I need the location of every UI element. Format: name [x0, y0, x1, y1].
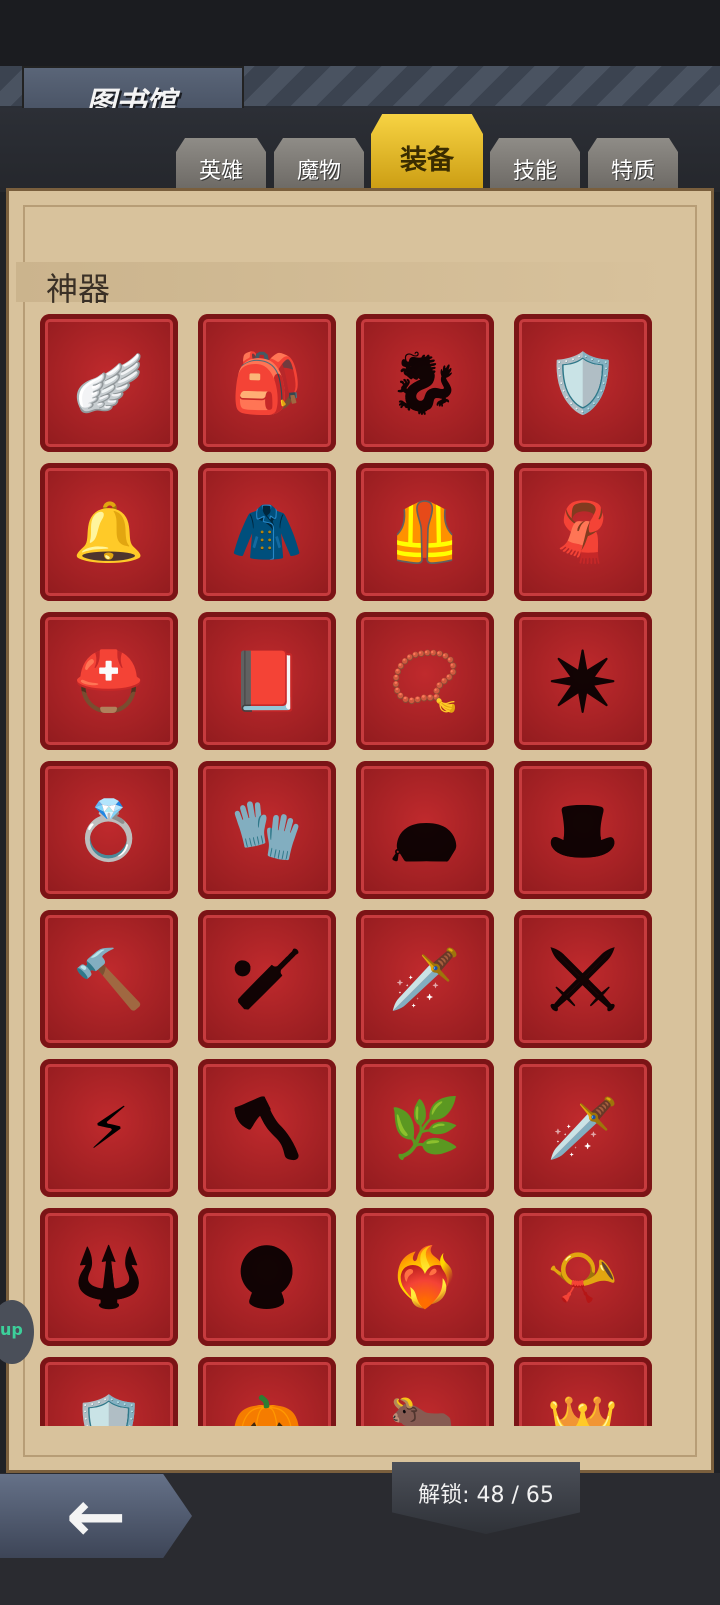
item-slot-bag-silhouette[interactable]: 👝 [356, 761, 494, 899]
item-slot-horned-helm[interactable]: 🐂 [356, 1357, 494, 1426]
tab-heroes[interactable]: 英雄 [176, 138, 266, 194]
tab-traits[interactable]: 特质 [588, 138, 678, 194]
item-slot-axe-silhouette[interactable]: 🪓 [198, 1059, 336, 1197]
spirit-gauntlet-icon: 🧤 [230, 796, 304, 864]
item-slot-backpack[interactable]: 🎒 [198, 314, 336, 452]
war-hammer-icon: 🔨 [72, 945, 146, 1013]
back-arrow-icon: ← [65, 1474, 127, 1558]
ruby-amulet-icon: 📿 [388, 647, 462, 715]
tab-monsters[interactable]: 魔物 [274, 138, 364, 194]
item-slot-war-hammer[interactable]: 🔨 [40, 910, 178, 1048]
scepter-silhouette-icon: 🔱 [72, 1243, 146, 1311]
section-title: 神器 [46, 270, 111, 308]
fire-heart-icon: ❤️‍🔥 [388, 1243, 462, 1311]
side-bubble-text: up [0, 1320, 23, 1339]
lightning-spear-icon: ⚡ [88, 1094, 130, 1162]
item-slot-pumpkin[interactable]: 🎃 [198, 1357, 336, 1426]
item-slot-spirit-gauntlet[interactable]: 🧤 [198, 761, 336, 899]
item-slot-ruby-amulet[interactable]: 📿 [356, 612, 494, 750]
item-slot-club-silhouette[interactable]: 🏏 [198, 910, 336, 1048]
orb-silhouette-icon: 🔮 [230, 1243, 304, 1311]
dragon-silhouette-icon: 🐉 [388, 349, 462, 417]
item-slot-gem-ring[interactable]: 💍 [40, 761, 178, 899]
horned-helm-icon: 🐂 [388, 1392, 462, 1426]
item-slot-dragon-silhouette[interactable]: 🐉 [356, 314, 494, 452]
item-slot-silver-bell[interactable]: 🔔 [40, 463, 178, 601]
thorn-blade-silhouette-icon: ⚔️ [546, 945, 620, 1013]
section-header [16, 262, 680, 302]
shuriken-silhouette-icon: ✴️ [546, 647, 620, 715]
back-button[interactable]: ← [0, 1474, 192, 1558]
item-slot-fire-heart[interactable]: ❤️‍🔥 [356, 1208, 494, 1346]
golden-helm-icon: ⛑️ [72, 647, 146, 715]
gem-ring-icon: 💍 [72, 796, 146, 864]
drinking-horn-icon: 📯 [546, 1243, 620, 1311]
item-slot-winged-staff[interactable]: 🪽 [40, 314, 178, 452]
hat-silhouette-icon: 🎩 [546, 796, 620, 864]
item-slot-spiked-shield[interactable]: 🛡️ [40, 1357, 178, 1426]
pumpkin-icon: 🎃 [230, 1392, 304, 1426]
item-slot-fur-armor[interactable]: 🦺 [356, 463, 494, 601]
item-slot-orb-silhouette[interactable]: 🔮 [198, 1208, 336, 1346]
unlock-text: 解锁: 48 / 65 [418, 1483, 554, 1508]
item-grid[interactable]: 🪽 🎒 🐉 🛡️ 🔔 🧥 🦺 🧣 ⛑️ 📕 📿 ✴️ 💍 🧤 👝 🎩 🔨 🏏 🗡️ ⚔️ ⚡ 🪓 🌿 🗡️ 🔱 🔮 ❤️‍🔥 📯 🛡️ 🎃… [40, 314, 660, 1426]
bag-silhouette-icon: 👝 [388, 796, 462, 864]
item-slot-scepter-silhouette[interactable]: 🔱 [40, 1208, 178, 1346]
fur-armor-icon: 🦺 [388, 498, 462, 566]
item-slot-lightning-spear[interactable]: ⚡ [40, 1059, 178, 1197]
status-bar [0, 0, 720, 66]
mantle-icon: 🧣 [546, 498, 620, 566]
item-slot-poison-dagger[interactable]: 🗡️ [356, 910, 494, 1048]
item-slot-royal-crest[interactable]: 👑 [514, 1357, 652, 1426]
royal-crest-icon: 👑 [546, 1392, 620, 1426]
crimson-sword-icon: 🗡️ [546, 1094, 620, 1162]
item-slot-mantle[interactable]: 🧣 [514, 463, 652, 601]
item-slot-golden-helm[interactable]: ⛑️ [40, 612, 178, 750]
emerald-blade-icon: 🌿 [388, 1094, 462, 1162]
winged-staff-icon: 🪽 [72, 349, 146, 417]
axe-silhouette-icon: 🪓 [230, 1094, 304, 1162]
item-slot-crimson-sword[interactable]: 🗡️ [514, 1059, 652, 1197]
item-slot-shuriken-silhouette[interactable]: ✴️ [514, 612, 652, 750]
item-slot-thorn-blade-silhouette[interactable]: ⚔️ [514, 910, 652, 1048]
item-slot-emerald-blade[interactable]: 🌿 [356, 1059, 494, 1197]
gem-book-icon: 📕 [230, 647, 304, 715]
item-slot-crystal-shield[interactable]: 🛡️ [514, 314, 652, 452]
tab-skills[interactable]: 技能 [490, 138, 580, 194]
backpack-icon: 🎒 [230, 349, 304, 417]
golden-hood-icon: 🧥 [230, 498, 304, 566]
tab-equipment[interactable]: 装备 [371, 114, 483, 194]
silver-bell-icon: 🔔 [72, 498, 146, 566]
item-slot-hat-silhouette[interactable]: 🎩 [514, 761, 652, 899]
item-slot-drinking-horn[interactable]: 📯 [514, 1208, 652, 1346]
item-slot-gem-book[interactable]: 📕 [198, 612, 336, 750]
crystal-shield-icon: 🛡️ [546, 349, 620, 417]
spiked-shield-icon: 🛡️ [72, 1392, 146, 1426]
poison-dagger-icon: 🗡️ [388, 945, 462, 1013]
club-silhouette-icon: 🏏 [230, 945, 304, 1013]
item-slot-golden-hood[interactable]: 🧥 [198, 463, 336, 601]
